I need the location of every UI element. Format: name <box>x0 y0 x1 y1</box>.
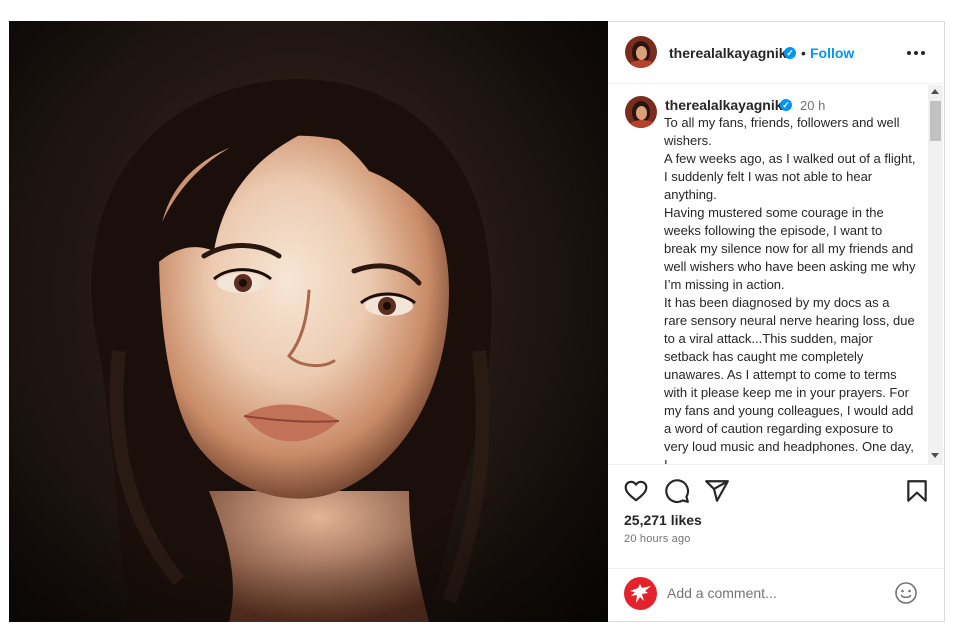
caption-paragraph: To all my fans, friends, followers and w… <box>664 115 900 148</box>
caption-paragraph: A few weeks ago, as I walked out of a fl… <box>664 151 916 202</box>
eagle-logo-icon <box>630 584 651 603</box>
smiley-icon[interactable] <box>894 581 918 605</box>
bookmark-icon[interactable] <box>904 478 930 504</box>
verified-badge-icon: ✓ <box>784 47 796 59</box>
caption-paragraph: Having mustered some courage in the week… <box>664 205 916 292</box>
caption-author-avatar[interactable] <box>625 96 657 128</box>
caption-scrollbar[interactable] <box>928 85 943 464</box>
follow-button[interactable]: Follow <box>810 45 854 61</box>
post-timestamp[interactable]: 20 hours ago <box>624 533 691 545</box>
likes-count[interactable]: 25,271 likes <box>624 512 702 528</box>
caption-text: To all my fans, friends, followers and w… <box>664 114 916 465</box>
post-photo[interactable] <box>9 21 608 622</box>
current-user-avatar[interactable] <box>624 577 657 610</box>
portrait-image <box>9 21 608 622</box>
verified-badge-icon: ✓ <box>780 99 792 111</box>
comment-bar <box>608 568 944 622</box>
post-details-panel: therealalkayagnik ✓ • Follow therealalka… <box>608 21 945 622</box>
comment-input[interactable] <box>667 585 877 601</box>
caption-paragraph: It has been diagnosed by my docs as a ra… <box>664 295 915 465</box>
instagram-post-modal: therealalkayagnik ✓ • Follow therealalka… <box>0 0 953 640</box>
paper-plane-icon[interactable] <box>704 478 730 504</box>
author-avatar[interactable] <box>625 36 657 68</box>
comment-bubble-icon[interactable] <box>664 478 690 504</box>
separator-dot: • <box>801 45 806 61</box>
heart-icon[interactable] <box>623 478 649 504</box>
caption-scroll-area[interactable]: therealalkayagnik ✓ 20 h To all my fans,… <box>608 85 944 465</box>
scrollbar-thumb[interactable] <box>930 101 941 141</box>
author-username[interactable]: therealalkayagnik <box>669 45 787 61</box>
caption-username[interactable]: therealalkayagnik <box>665 97 783 113</box>
post-actions-bar <box>608 466 944 506</box>
more-options-icon[interactable] <box>904 41 928 65</box>
scroll-down-arrow-icon[interactable] <box>931 453 939 458</box>
post-time-short[interactable]: 20 h <box>800 98 825 113</box>
post-header: therealalkayagnik ✓ • Follow <box>608 22 944 84</box>
scroll-up-arrow-icon[interactable] <box>931 89 939 94</box>
